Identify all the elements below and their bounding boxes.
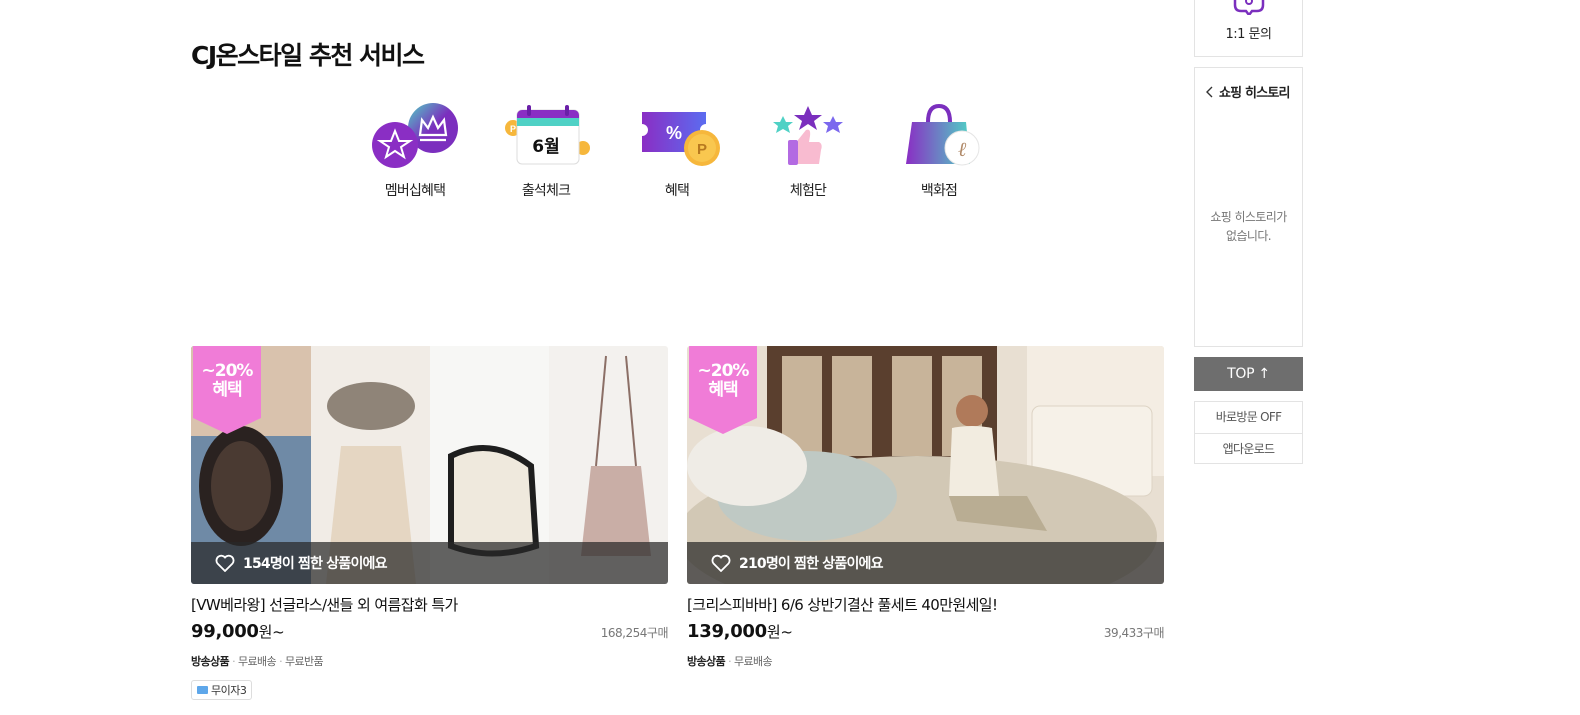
- membership-crown-icon: [360, 100, 470, 172]
- direct-visit-off-link[interactable]: 바로방문 OFF: [1195, 402, 1302, 433]
- badge-line2: 혜택: [708, 380, 738, 400]
- tag-free-shipping: 무료배송: [238, 655, 277, 668]
- product-tags: 방송상품 · 무료배송: [687, 655, 773, 668]
- badge-line1: ~20%: [697, 361, 750, 381]
- coupon-icon: % P: [622, 100, 732, 172]
- svg-text:P: P: [697, 141, 707, 158]
- sidebar-links: 바로방문 OFF 앱다운로드: [1194, 401, 1303, 464]
- service-attendance[interactable]: P 6월 출석체크: [491, 100, 601, 200]
- service-membership[interactable]: 멤버십혜택: [360, 100, 470, 200]
- tag-broadcast: 방송상품: [191, 655, 230, 668]
- credit-card-icon: [197, 686, 208, 694]
- service-label: 혜택: [664, 183, 690, 199]
- service-label: 멤버십혜택: [384, 183, 446, 199]
- svg-text:ℓ: ℓ: [958, 137, 967, 161]
- badge-line1: ~20%: [201, 361, 254, 381]
- product-price: 99,000원~: [191, 621, 285, 642]
- tag-broadcast: 방송상품: [687, 655, 726, 668]
- history-header[interactable]: 쇼핑 히스토리: [1205, 82, 1290, 101]
- heart-icon[interactable]: [215, 554, 235, 572]
- discount-badge: ~20% 혜택: [193, 346, 261, 434]
- shopping-history-panel: 쇼핑 히스토리 쇼핑 히스토리가 없습니다.: [1194, 67, 1303, 347]
- discount-badge: ~20% 혜택: [689, 346, 757, 434]
- calendar-icon: P 6월: [491, 100, 601, 172]
- wish-overlay: 154명이 찜한 상품이에요: [191, 542, 668, 584]
- heart-icon[interactable]: [711, 554, 731, 572]
- product-name[interactable]: [VW베라왕] 선글라스/샌들 외 여름잡화 특가: [191, 596, 668, 614]
- service-benefit[interactable]: % P 혜택: [622, 100, 732, 200]
- service-label: 백화점: [920, 183, 958, 199]
- wish-count-text: 210명이 찜한 상품이에요: [739, 556, 884, 572]
- badge-line2: 혜택: [212, 380, 242, 400]
- product-image[interactable]: ~20% 혜택 154명이 찜한 상품이에요: [191, 346, 668, 584]
- buy-count: 168,254구매: [600, 626, 669, 640]
- product-card: ~20% 혜택 154명이 찜한 상품이에요 [VW베라왕] 선글라스/샌들 외…: [191, 346, 669, 700]
- service-label: 체험단: [789, 183, 827, 199]
- section-title: CJ온스타일 추천 서비스: [191, 41, 425, 70]
- price-row: 99,000원~ 168,254구매: [191, 621, 669, 643]
- history-title: 쇼핑 히스토리: [1219, 86, 1290, 101]
- calendar-month-text: 6월: [532, 137, 560, 157]
- wish-overlay: 210명이 찜한 상품이에요: [687, 542, 1164, 584]
- thumbs-up-stars-icon: [753, 100, 863, 172]
- product-tags: 방송상품 · 무료배송 · 무료반품: [191, 655, 324, 668]
- shopping-bag-icon: ℓ: [884, 100, 994, 172]
- service-label: 출석체크: [521, 183, 571, 199]
- chevron-left-icon[interactable]: [1205, 86, 1215, 98]
- recommend-services: 멤버십혜택 P 6월 출석체크 % P 혜택 체험단 ℓ 백화점: [360, 100, 1000, 210]
- product-image[interactable]: ~20% 혜택 210명이 찜한 상품이에요: [687, 346, 1164, 584]
- product-card: ~20% 혜택 210명이 찜한 상품이에요 [크리스피바바] 6/6 상반기결…: [687, 346, 1165, 669]
- wish-count-text: 154명이 찜한 상품이에요: [243, 556, 388, 572]
- installment-chip: 무이자3: [191, 680, 253, 700]
- svg-text:%: %: [666, 123, 682, 143]
- tag-free-return: 무료반품: [285, 655, 324, 668]
- service-department-store[interactable]: ℓ 백화점: [884, 100, 994, 200]
- tag-free-shipping: 무료배송: [734, 655, 773, 668]
- product-price: 139,000원~: [687, 621, 793, 642]
- top-button[interactable]: TOP ↑: [1194, 357, 1303, 391]
- service-experience[interactable]: 체험단: [753, 100, 863, 200]
- inquiry-label: 1:1 문의: [1225, 27, 1272, 42]
- app-download-link[interactable]: 앱다운로드: [1195, 433, 1302, 464]
- inquiry-box[interactable]: 1:1 문의: [1194, 0, 1303, 57]
- product-name[interactable]: [크리스피바바] 6/6 상반기결산 풀세트 40만원세일!: [687, 596, 1164, 614]
- history-empty-text: 쇼핑 히스토리가 없습니다.: [1210, 210, 1287, 243]
- buy-count: 39,433구매: [1103, 626, 1165, 640]
- chat-inquiry-icon: [1233, 0, 1265, 15]
- price-row: 139,000원~ 39,433구매: [687, 621, 1165, 643]
